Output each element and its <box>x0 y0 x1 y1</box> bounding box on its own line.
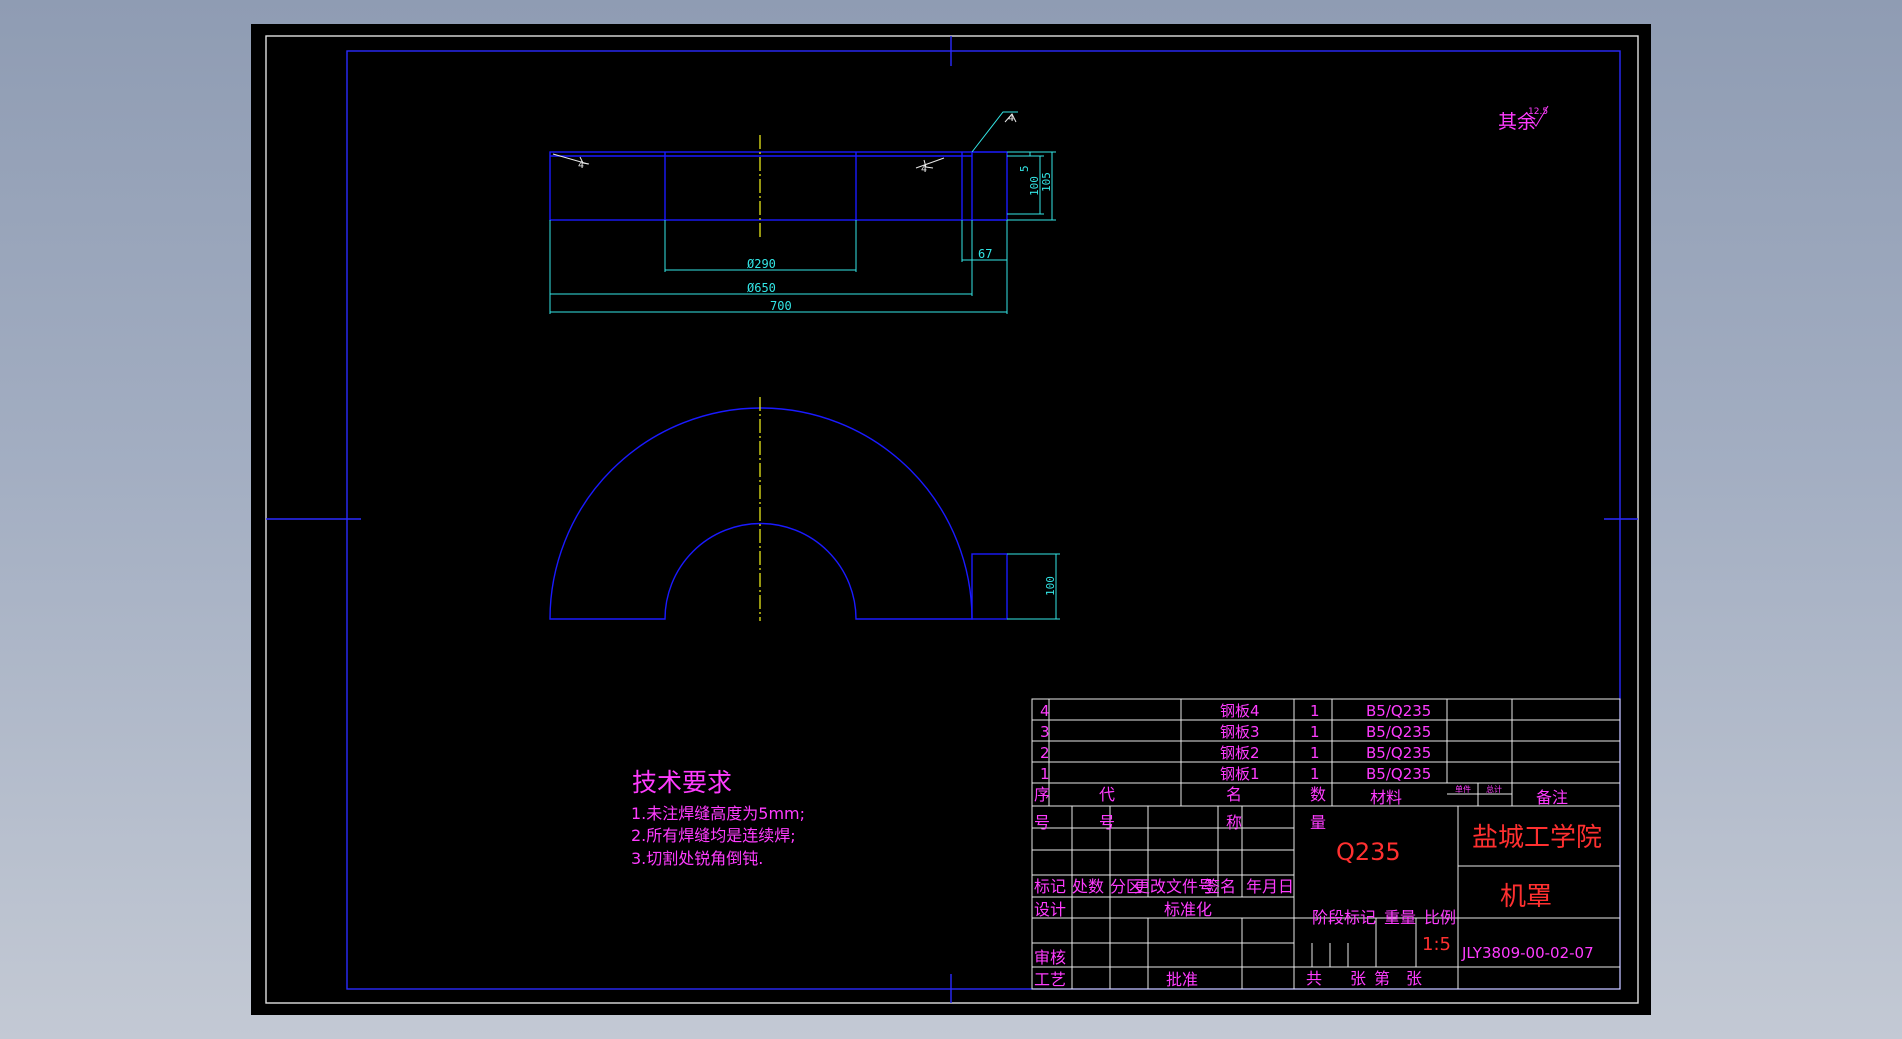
top-view-arch <box>549 407 973 620</box>
part-name: 机罩 <box>1500 882 1552 912</box>
svg-text:标记: 标记 <box>1034 877 1066 896</box>
dim-d290: Ø290 <box>747 257 776 271</box>
svg-text:备注: 备注 <box>1536 788 1568 807</box>
top-view: 100 <box>549 397 1060 621</box>
svg-text:年月日: 年月日 <box>1246 877 1294 896</box>
svg-text:B5/Q235: B5/Q235 <box>1366 723 1431 741</box>
svg-text:数: 数 <box>1310 785 1326 804</box>
dim-700: 700 <box>770 299 792 313</box>
svg-text:张: 张 <box>1406 969 1422 988</box>
svg-text:单件: 单件 <box>1455 784 1471 794</box>
material-label: Q235 <box>1336 838 1401 866</box>
svg-text:1: 1 <box>1310 765 1320 783</box>
svg-text:1: 1 <box>1040 765 1050 783</box>
check-label: 审核 <box>1034 948 1066 967</box>
school-name: 盐城工学院 <box>1472 823 1602 853</box>
svg-text:B5/Q235: B5/Q235 <box>1366 765 1431 783</box>
svg-text:号: 号 <box>1099 813 1115 832</box>
svg-text:张: 张 <box>1350 969 1366 988</box>
dim-5: 5 <box>1018 165 1031 172</box>
svg-text:名: 名 <box>1226 785 1242 804</box>
center-marks <box>266 36 1638 1003</box>
bom-row-3: 3 钢板3 1 B5/Q235 <box>1040 723 1431 741</box>
front-view-body <box>549 151 973 221</box>
dim-top-100: 100 <box>1044 576 1057 596</box>
svg-text:处数: 处数 <box>1072 877 1104 896</box>
outer-frame <box>265 35 1639 1004</box>
stage-mark-label: 阶段标记 <box>1312 908 1376 927</box>
svg-text:共: 共 <box>1306 969 1322 988</box>
svg-text:4: 4 <box>1040 702 1050 720</box>
inner-frame <box>346 50 1621 990</box>
dim-105: 105 <box>1040 172 1053 192</box>
bom-row-1: 1 钢板1 1 B5/Q235 <box>1040 765 1431 783</box>
svg-text:B5/Q235: B5/Q235 <box>1366 744 1431 762</box>
weld-label-3: 4 <box>1008 113 1014 124</box>
roughness-note: 其余 12.5 <box>1498 105 1549 133</box>
sheet-count: 共 张 第 张 <box>1306 969 1422 988</box>
svg-text:钢板2: 钢板2 <box>1220 744 1260 762</box>
svg-text:更改文件号: 更改文件号 <box>1134 877 1214 896</box>
svg-text:量: 量 <box>1310 813 1326 832</box>
weld-label-2: 4 <box>921 164 927 175</box>
cad-drawing: Ø290 Ø650 700 67 5 100 105 4 4 4 100 其余 … <box>265 35 1639 1004</box>
svg-text:1: 1 <box>1310 702 1320 720</box>
tech-req-item-2: 2.所有焊缝均是连续焊; <box>631 826 796 845</box>
front-dimensions <box>549 111 1056 314</box>
craft-label: 工艺 <box>1034 970 1066 989</box>
approve-label: 批准 <box>1166 970 1198 989</box>
svg-text:号: 号 <box>1034 813 1050 832</box>
tech-req-item-3: 3.切割处锐角倒钝. <box>631 849 763 868</box>
tech-requirements: 技术要求 1.未注焊缝高度为5mm; 2.所有焊缝均是连续焊; 3.切割处锐角倒… <box>631 768 805 868</box>
top-view-flange <box>971 553 1008 620</box>
svg-text:3: 3 <box>1040 723 1050 741</box>
bom-row-2: 2 钢板2 1 B5/Q235 <box>1040 744 1431 762</box>
svg-text:材料: 材料 <box>1370 788 1402 807</box>
title-block: 4 钢板4 1 B5/Q235 3 钢板3 1 B5/Q235 2 钢板2 1 … <box>1031 698 1621 990</box>
svg-text:签名: 签名 <box>1204 877 1236 896</box>
dim-67: 67 <box>978 247 992 261</box>
svg-text:1: 1 <box>1310 723 1320 741</box>
svg-text:代: 代 <box>1099 785 1115 804</box>
ratio-label: 比例 <box>1424 908 1456 927</box>
bom-row-4: 4 钢板4 1 B5/Q235 <box>1040 702 1431 720</box>
svg-text:B5/Q235: B5/Q235 <box>1366 702 1431 720</box>
standard-label: 标准化 <box>1164 900 1212 919</box>
svg-text:2: 2 <box>1040 744 1050 762</box>
tech-req-title: 技术要求 <box>632 768 732 797</box>
svg-text:序: 序 <box>1034 785 1050 804</box>
svg-text:钢板4: 钢板4 <box>1220 702 1260 720</box>
svg-text:总计: 总计 <box>1486 784 1502 794</box>
svg-text:第: 第 <box>1374 969 1390 988</box>
tech-req-item-1: 1.未注焊缝高度为5mm; <box>631 804 805 823</box>
dim-d650: Ø650 <box>747 281 776 295</box>
weld-symbols <box>552 113 1017 169</box>
weld-label-1: 4 <box>578 160 584 171</box>
svg-text:1: 1 <box>1310 744 1320 762</box>
svg-text:称: 称 <box>1226 813 1242 832</box>
design-label: 设计 <box>1034 900 1066 919</box>
front-view: Ø290 Ø650 700 67 5 100 105 4 4 4 <box>549 111 1056 314</box>
svg-text:钢板1: 钢板1 <box>1220 765 1260 783</box>
drawing-number: JLY3809-00-02-07 <box>1461 944 1594 962</box>
roughness-value: 12.5 <box>1528 107 1548 117</box>
revision-header: 标记 处数 分区 更改文件号 签名 年月日 <box>1034 877 1294 896</box>
weight-label: 重量 <box>1384 908 1416 927</box>
scale-value: 1:5 <box>1422 934 1451 955</box>
svg-text:钢板3: 钢板3 <box>1220 723 1260 741</box>
